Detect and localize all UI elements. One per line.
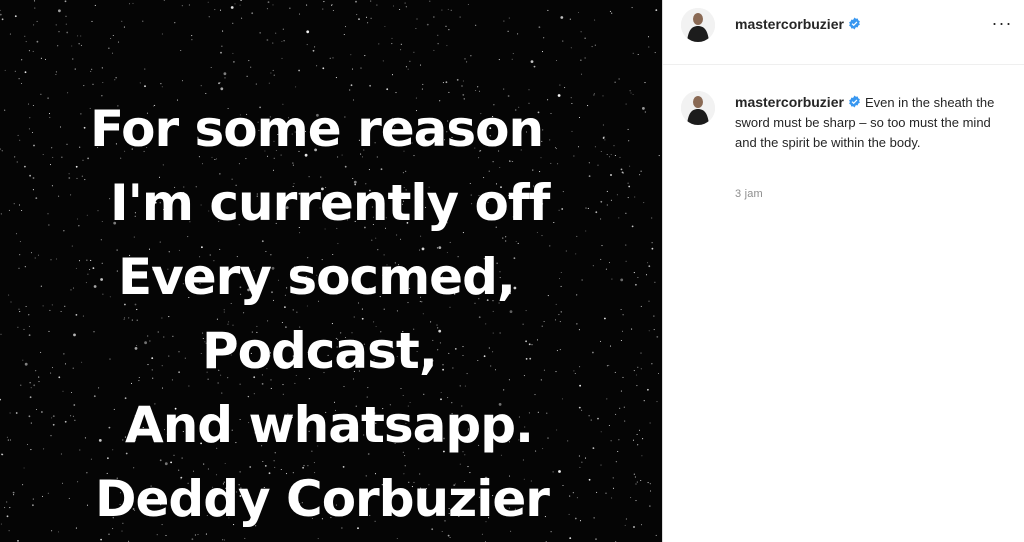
verified-badge-icon <box>848 95 861 108</box>
more-options-icon[interactable]: ··· <box>990 12 1014 36</box>
image-text-line: I'm currently off <box>110 174 550 232</box>
profile-photo <box>681 91 715 125</box>
verified-badge-icon <box>848 17 861 30</box>
profile-photo <box>681 8 715 42</box>
image-text-block: For some reason I'm currently off Every … <box>0 92 662 536</box>
instagram-post-view: For some reason I'm currently off Every … <box>0 0 1024 542</box>
avatar[interactable] <box>681 8 715 42</box>
image-text-line: For some reason <box>90 100 544 158</box>
post-header: mastercorbuzier ··· <box>663 0 1024 65</box>
caption-username[interactable]: mastercorbuzier <box>735 94 844 110</box>
image-text-line: And whatsapp. <box>125 396 534 454</box>
image-text-line: Every socmed, <box>118 248 516 306</box>
post-timestamp[interactable]: 3 jam <box>735 188 763 200</box>
image-text-line: Podcast, <box>202 322 438 380</box>
post-image[interactable]: For some reason I'm currently off Every … <box>0 0 662 542</box>
image-text-line: Deddy Corbuzier <box>95 470 550 528</box>
caption-text: mastercorbuzier Even in the sheath the sw… <box>735 92 1010 153</box>
avatar[interactable] <box>681 91 715 125</box>
post-side-panel: mastercorbuzier ··· mastercorbuzier Even … <box>662 0 1024 542</box>
header-username[interactable]: mastercorbuzier <box>735 16 861 32</box>
username-text: mastercorbuzier <box>735 16 844 32</box>
